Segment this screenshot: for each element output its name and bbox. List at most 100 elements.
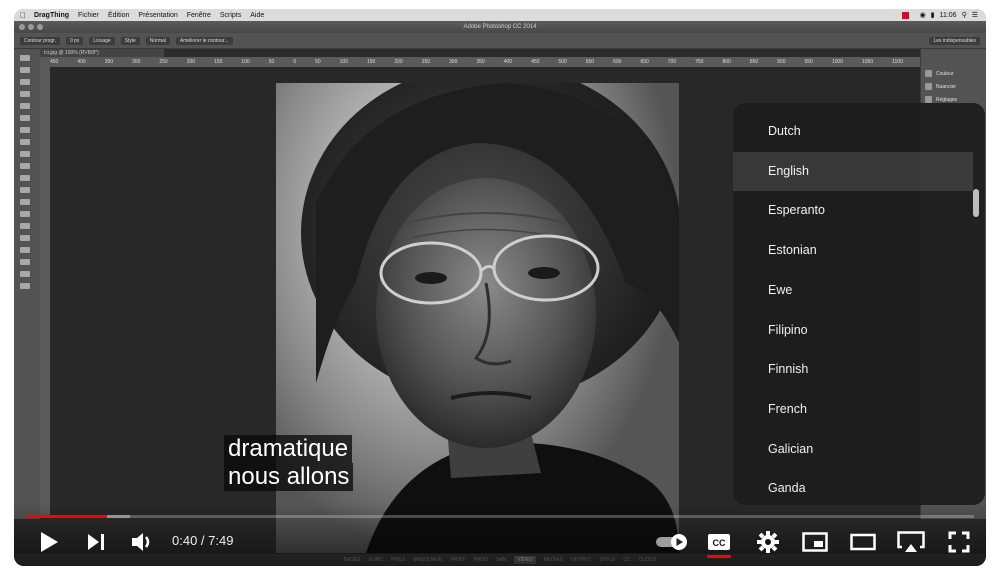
- ruler-tick: 200: [394, 59, 403, 65]
- menubar-clock: 11:06: [939, 11, 957, 19]
- time-display: 0:40 / 7:49: [172, 533, 234, 548]
- type-tool-icon: [20, 235, 30, 241]
- theater-mode-button[interactable]: [848, 527, 878, 557]
- style-label: Style: [120, 36, 140, 45]
- ruler-tick: 250: [421, 59, 431, 65]
- ruler-tick: 100: [339, 59, 348, 65]
- horizontal-ruler: 450 400 350 300 250 200 150 100 50 0 50 100 150 200 25…: [40, 57, 920, 67]
- refine-edge-button: Améliorer le contour...: [175, 36, 233, 45]
- subtitle-line-1: dramatique: [224, 435, 353, 463]
- ruler-tick: 400: [503, 59, 513, 65]
- panel-item-color: Couleur: [921, 67, 986, 80]
- subtitle-line-2: nous allons: [224, 463, 354, 491]
- language-option-ewe[interactable]: Ewe: [733, 271, 973, 310]
- vertical-ruler: [40, 67, 50, 517]
- ruler-tick: 1000: [831, 59, 843, 65]
- ruler-tick: 50: [268, 59, 275, 65]
- ruler-tick: 350: [476, 59, 485, 65]
- spotlight-icon: ⚲: [961, 12, 967, 19]
- ruler-tick: 0: [293, 59, 297, 65]
- menubar-item: Édition: [102, 11, 129, 19]
- adjustments-panel-icon: [925, 96, 932, 103]
- settings-button[interactable]: [753, 527, 783, 557]
- ruler-tick: 400: [77, 59, 86, 65]
- language-option-estonian[interactable]: Estonian: [733, 231, 973, 270]
- ruler-tick: 700: [667, 59, 677, 65]
- language-option-finnish[interactable]: Finnish: [733, 350, 973, 389]
- photoshop-window-title: Adobe Photoshop CC 2014: [463, 24, 537, 30]
- ruler-tick: 600: [613, 59, 622, 65]
- airplay-button[interactable]: [896, 527, 926, 557]
- battery-icon: ▮: [930, 12, 935, 19]
- ruler-tick: 650: [640, 59, 649, 65]
- history-brush-icon: [20, 163, 30, 169]
- eraser-tool-icon: [20, 175, 30, 181]
- next-button[interactable]: [81, 527, 111, 557]
- language-option-dutch[interactable]: Dutch: [733, 112, 973, 151]
- photoshop-titlebar: Adobe Photoshop CC 2014: [14, 21, 986, 33]
- volume-icon: [132, 533, 150, 551]
- language-scrollbar-track[interactable]: [973, 103, 981, 505]
- eyedropper-tool-icon: [20, 115, 30, 121]
- photoshop-options-bar: Contour progr. 0 px Lissage Style Normal…: [14, 33, 986, 49]
- fullscreen-icon: [948, 531, 970, 553]
- menubar-item: Scripts: [213, 11, 241, 19]
- ruler-tick: 350: [104, 59, 114, 65]
- progress-played: [26, 515, 107, 518]
- close-dot-icon: [19, 24, 25, 30]
- stamp-tool-icon: [20, 151, 30, 157]
- miniplayer-icon: [802, 532, 828, 552]
- shape-tool-icon: [20, 259, 30, 265]
- menubar-status-area: ◉ ▮ 11:06 ⚲ ☰: [901, 11, 978, 19]
- language-option-esperanto[interactable]: Esperanto: [733, 191, 973, 230]
- fullscreen-button[interactable]: [944, 527, 974, 557]
- language-option-english[interactable]: English: [733, 151, 973, 191]
- progress-bar[interactable]: [26, 515, 974, 518]
- pen-tool-icon: [20, 223, 30, 229]
- language-option-ganda[interactable]: Ganda: [733, 469, 973, 505]
- gear-icon: [757, 531, 779, 553]
- mac-menubar:  DragThing Fichier Édition Présentation…: [14, 9, 986, 21]
- status-square-icon: [901, 11, 909, 19]
- document-tab: Ici.jpg @ 100% (RVB/8*): [40, 49, 164, 57]
- miniplayer-button[interactable]: [800, 527, 830, 557]
- workspace-select: Les indispensables: [929, 36, 980, 45]
- ruler-tick: 1050: [861, 59, 874, 65]
- autoplay-toggle[interactable]: [654, 527, 690, 557]
- lissage-label: Lissage: [89, 36, 115, 45]
- language-option-french[interactable]: French: [733, 390, 973, 429]
- zoom-tool-icon: [20, 283, 30, 289]
- brush-tool-icon: [20, 139, 30, 145]
- language-scrollbar-thumb[interactable]: [973, 189, 979, 217]
- apple-icon: : [20, 11, 26, 20]
- ruler-tick: 950: [804, 59, 813, 65]
- cc-icon: CC: [708, 534, 730, 550]
- ruler-tick: 900: [777, 59, 786, 65]
- ruler-tick: 450: [50, 59, 59, 65]
- panel-item-swatches: Nuancier: [921, 80, 986, 93]
- list-icon: ☰: [971, 12, 978, 19]
- play-button[interactable]: [34, 527, 64, 557]
- language-option-galician[interactable]: Galician: [733, 430, 973, 469]
- ruler-tick: 200: [186, 59, 196, 65]
- ruler-tick: 300: [132, 59, 141, 65]
- window-controls: [19, 24, 43, 30]
- ruler-tick: 1100: [892, 59, 903, 65]
- subtitle-language-menu[interactable]: Ganda Galician French Finnish Filipino Ewe Est…: [733, 103, 985, 505]
- menubar-app-name: DragThing: [28, 11, 69, 19]
- video-player[interactable]:  DragThing Fichier Édition Présentation…: [14, 9, 986, 566]
- captions-button[interactable]: CC: [704, 527, 734, 557]
- ruler-tick: 100: [241, 59, 250, 65]
- ruler-tick: 150: [214, 59, 223, 65]
- marquee-tool-icon: [20, 67, 30, 73]
- language-option-filipino[interactable]: Filipino: [733, 311, 973, 350]
- contour-value: 0 px: [65, 36, 84, 45]
- menubar-item: Fenêtre: [180, 11, 211, 19]
- swatches-panel-icon: [925, 83, 932, 90]
- ruler-tick: 750: [695, 59, 704, 65]
- ruler-tick: 450: [531, 59, 540, 65]
- minimize-dot-icon: [28, 24, 34, 30]
- volume-button[interactable]: [128, 527, 158, 557]
- ruler-tick: 550: [585, 59, 595, 65]
- wifi-icon: ◉: [919, 12, 926, 19]
